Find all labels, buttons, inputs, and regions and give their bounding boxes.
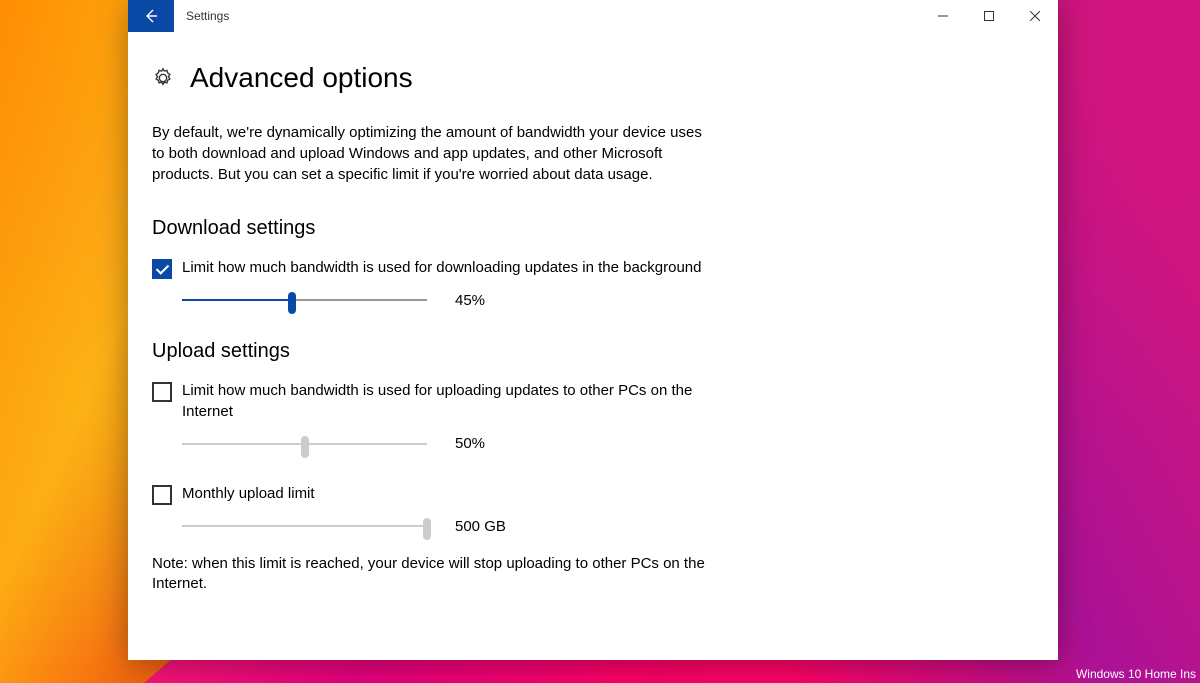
monthly-limit-value: 500 GB xyxy=(455,518,515,535)
window-title: Settings xyxy=(174,0,920,32)
monthly-limit-label: Monthly upload limit xyxy=(182,484,315,504)
download-bandwidth-value: 45% xyxy=(455,292,515,309)
minimize-button[interactable] xyxy=(920,0,966,32)
page-description: By default, we're dynamically optimizing… xyxy=(152,122,712,185)
back-button[interactable] xyxy=(128,0,174,32)
upload-limit-checkbox[interactable] xyxy=(152,382,172,402)
upload-bandwidth-value: 50% xyxy=(455,435,515,452)
upload-limit-label: Limit how much bandwidth is used for upl… xyxy=(182,381,712,422)
close-button[interactable] xyxy=(1012,0,1058,32)
page-title: Advanced options xyxy=(190,62,413,94)
content-area: Advanced options By default, we're dynam… xyxy=(128,32,1058,660)
arrow-left-icon xyxy=(143,8,159,24)
monthly-limit-checkbox[interactable] xyxy=(152,485,172,505)
desktop-watermark: Windows 10 Home Ins xyxy=(1076,667,1196,681)
download-section-title: Download settings xyxy=(152,217,1034,240)
download-limit-label: Limit how much bandwidth is used for dow… xyxy=(182,258,702,278)
monthly-limit-slider[interactable] xyxy=(182,516,427,536)
download-limit-checkbox[interactable] xyxy=(152,259,172,279)
upload-bandwidth-slider[interactable] xyxy=(182,434,427,454)
upload-note: Note: when this limit is reached, your d… xyxy=(152,554,712,595)
gear-icon xyxy=(152,67,174,89)
upload-section-title: Upload settings xyxy=(152,340,1034,363)
maximize-button[interactable] xyxy=(966,0,1012,32)
download-bandwidth-slider[interactable] xyxy=(182,290,427,310)
settings-window: Settings Advanced options By default, we… xyxy=(128,0,1058,660)
window-controls xyxy=(920,0,1058,32)
titlebar: Settings xyxy=(128,0,1058,32)
